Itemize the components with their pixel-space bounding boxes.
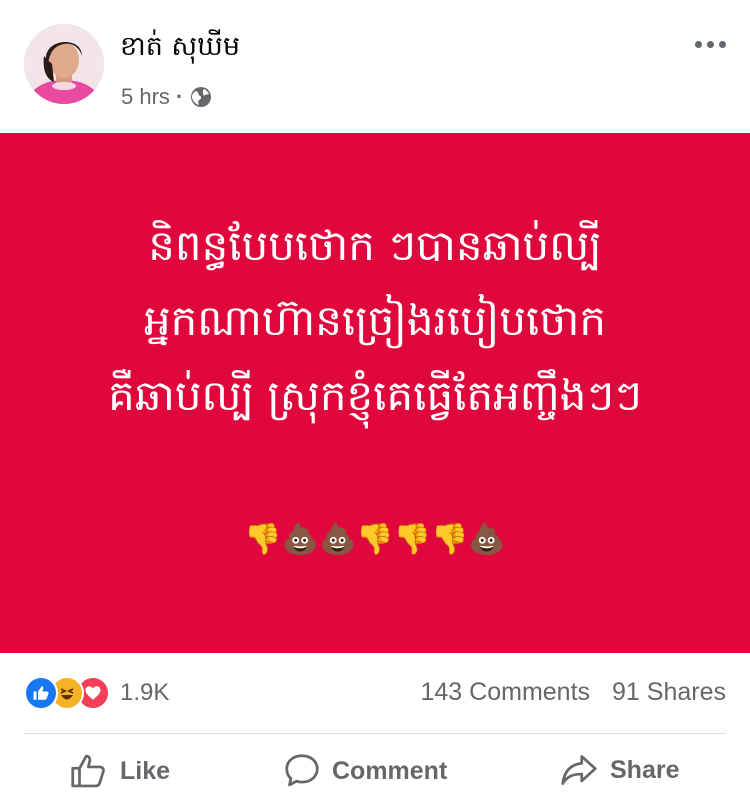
- reaction-count: 1.9K: [120, 679, 170, 706]
- more-dot: [706, 40, 714, 48]
- comment-button[interactable]: Comment: [284, 753, 447, 789]
- more-dot: [694, 40, 702, 48]
- like-reaction-icon: [24, 676, 58, 710]
- post-time[interactable]: 5 hrs: [121, 84, 170, 110]
- comments-count-link[interactable]: 143 Comments: [421, 678, 591, 707]
- share-icon: [561, 755, 597, 785]
- avatar-photo: [24, 24, 104, 104]
- post-text-line: គឺឆាប់ល្បី ស្រុកខ្ញុំគេធ្វើតែអញ្ចឹងៗៗ: [108, 371, 642, 420]
- globe-icon[interactable]: [189, 85, 213, 109]
- post-header: ខាត់ សុឃីម 5 hrs ·: [0, 0, 750, 132]
- like-label: Like: [120, 756, 171, 785]
- comment-icon: [285, 754, 319, 787]
- post-text-line: អ្នកណាហ៊ានច្រៀងរបៀបថោក: [143, 296, 607, 345]
- share-button[interactable]: Share: [560, 753, 679, 787]
- emoji-row: 👎💩💩👎👎👎💩: [244, 522, 506, 557]
- reactions-summary[interactable]: 1.9K: [24, 676, 169, 710]
- divider: [24, 733, 726, 734]
- share-label: Share: [610, 755, 680, 784]
- post-text-line: និពន្ធបែបថោក ៗបានឆាប់ល្បី: [148, 221, 602, 270]
- shares-count-link[interactable]: 91 Shares: [612, 678, 726, 707]
- thumbs-up-icon: [71, 754, 105, 788]
- more-options-button[interactable]: [688, 34, 732, 54]
- comment-label: Comment: [332, 756, 448, 785]
- post-content-card[interactable]: និពន្ធបែបថោក ៗបានឆាប់ល្បី អ្នកណាហ៊ានច្រៀ…: [0, 133, 750, 653]
- post-text: និពន្ធបែបថោក ៗបានឆាប់ល្បី អ្នកណាហ៊ានច្រៀ…: [30, 208, 720, 433]
- post-stats: 143 Comments 91 Shares: [421, 678, 727, 707]
- author-name[interactable]: ខាត់ សុឃីម: [120, 30, 240, 69]
- more-dot: [718, 40, 726, 48]
- author-avatar[interactable]: [24, 24, 104, 104]
- post-meta: 5 hrs ·: [121, 84, 213, 110]
- meta-separator: ·: [175, 84, 184, 109]
- action-bar: Like Comment Share: [0, 745, 750, 795]
- like-button[interactable]: Like: [70, 753, 170, 789]
